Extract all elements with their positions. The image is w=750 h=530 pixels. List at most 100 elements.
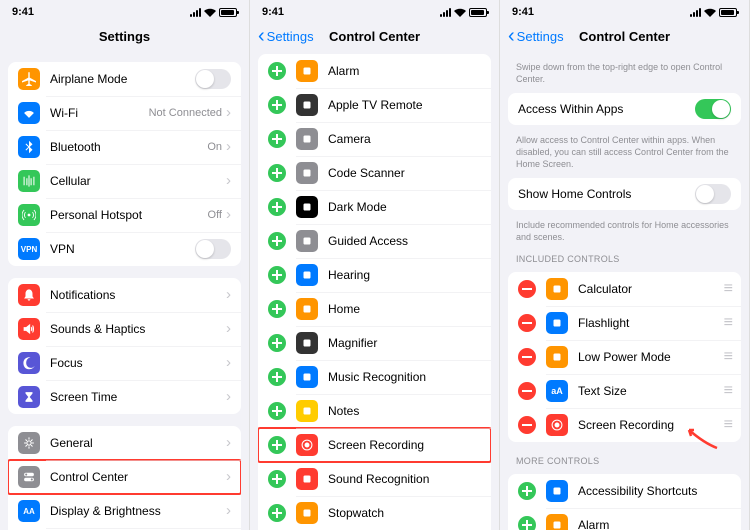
chevron-icon: › (226, 505, 231, 517)
add-control-row-magnifier[interactable]: Magnifier (258, 326, 491, 360)
add-button[interactable] (268, 130, 286, 148)
back-button[interactable]: Settings (258, 29, 314, 44)
add-button[interactable] (268, 96, 286, 114)
drag-handle-icon[interactable]: ≡ (724, 352, 731, 362)
control-icon (546, 414, 568, 436)
control-icon (296, 332, 318, 354)
nav-bar: Settings (0, 22, 249, 50)
cell-icon (18, 170, 40, 192)
add-control-row-stopwatch[interactable]: Stopwatch (258, 496, 491, 530)
included-control-row-text-size[interactable]: aAText Size≡ (508, 374, 741, 408)
row-detail: Off (208, 209, 222, 221)
chevron-icon: › (226, 471, 231, 483)
row-label: Access Within Apps (518, 102, 695, 116)
row-label: Dark Mode (328, 200, 481, 214)
add-button[interactable] (268, 368, 286, 386)
row-label: Notes (328, 404, 481, 418)
settings-row-wi-fi[interactable]: Wi-FiNot Connected› (8, 96, 241, 130)
add-button[interactable] (268, 402, 286, 420)
add-button[interactable] (268, 300, 286, 318)
remove-button[interactable] (518, 314, 536, 332)
chevron-icon: › (226, 391, 231, 403)
included-control-row-flashlight[interactable]: Flashlight≡ (508, 306, 741, 340)
row-label: Personal Hotspot (50, 208, 208, 222)
airplane-icon (18, 68, 40, 90)
remove-button[interactable] (518, 348, 536, 366)
back-button[interactable]: Settings (508, 29, 564, 44)
row-label: Cellular (50, 174, 226, 188)
AA-icon: AA (18, 500, 40, 522)
settings-row-vpn[interactable]: VPNVPN (8, 232, 241, 266)
chevron-icon: › (226, 141, 231, 153)
remove-button[interactable] (518, 280, 536, 298)
control-icon (296, 196, 318, 218)
chevron-icon: › (226, 209, 231, 221)
toggle-switch[interactable] (695, 184, 731, 204)
included-control-row-screen-recording[interactable]: Screen Recording≡ (508, 408, 741, 442)
settings-row-cellular[interactable]: Cellular› (8, 164, 241, 198)
row-label: Wi-Fi (50, 106, 149, 120)
add-control-row-notes[interactable]: Notes (258, 394, 491, 428)
add-button[interactable] (268, 62, 286, 80)
add-button[interactable] (268, 198, 286, 216)
settings-row-screen-time[interactable]: Screen Time› (8, 380, 241, 414)
row-label: Stopwatch (328, 506, 481, 520)
settings-row-focus[interactable]: Focus› (8, 346, 241, 380)
row-label: Sound Recognition (328, 472, 481, 486)
add-button[interactable] (268, 266, 286, 284)
add-control-row-alarm[interactable]: Alarm (258, 54, 491, 88)
hotspot-icon (18, 204, 40, 226)
wifi-icon (454, 8, 466, 17)
access-within-apps-row[interactable]: Access Within Apps (508, 93, 741, 125)
add-button[interactable] (268, 504, 286, 522)
row-label: Focus (50, 356, 226, 370)
settings-row-airplane-mode[interactable]: Airplane Mode (8, 62, 241, 96)
settings-row-bluetooth[interactable]: BluetoothOn› (8, 130, 241, 164)
show-home-controls-row[interactable]: Show Home Controls (508, 178, 741, 210)
section-header: Included Controls (500, 246, 749, 266)
add-button[interactable] (268, 470, 286, 488)
add-button[interactable] (518, 482, 536, 500)
settings-row-control-center[interactable]: Control Center› (8, 460, 241, 494)
drag-handle-icon[interactable]: ≡ (724, 284, 731, 294)
included-control-row-calculator[interactable]: Calculator≡ (508, 272, 741, 306)
settings-row-sounds-haptics[interactable]: Sounds & Haptics› (8, 312, 241, 346)
drag-handle-icon[interactable]: ≡ (724, 318, 731, 328)
add-control-row-home[interactable]: Home (258, 292, 491, 326)
settings-row-notifications[interactable]: Notifications› (8, 278, 241, 312)
control-center-add-screen: 9:41 Settings Control Center AlarmApple … (250, 0, 500, 530)
add-control-row-camera[interactable]: Camera (258, 122, 491, 156)
remove-button[interactable] (518, 382, 536, 400)
add-control-row-code-scanner[interactable]: Code Scanner (258, 156, 491, 190)
add-button[interactable] (518, 516, 536, 530)
add-button[interactable] (268, 164, 286, 182)
add-control-row-dark-mode[interactable]: Dark Mode (258, 190, 491, 224)
included-control-row-low-power-mode[interactable]: Low Power Mode≡ (508, 340, 741, 374)
add-control-row-apple-tv-remote[interactable]: Apple TV Remote (258, 88, 491, 122)
add-control-row-hearing[interactable]: Hearing (258, 258, 491, 292)
more-control-row-alarm[interactable]: Alarm (508, 508, 741, 530)
toggle-switch[interactable] (195, 239, 231, 259)
remove-button[interactable] (518, 416, 536, 434)
add-control-row-sound-recognition[interactable]: Sound Recognition (258, 462, 491, 496)
add-button[interactable] (268, 436, 286, 454)
drag-handle-icon[interactable]: ≡ (724, 386, 731, 396)
control-icon (546, 514, 568, 530)
toggle-switch[interactable] (195, 69, 231, 89)
add-control-row-screen-recording[interactable]: Screen Recording (258, 428, 491, 462)
control-icon (296, 400, 318, 422)
more-control-row-accessibility-shortcuts[interactable]: Accessibility Shortcuts (508, 474, 741, 508)
settings-row-general[interactable]: General› (8, 426, 241, 460)
add-control-row-music-recognition[interactable]: Music Recognition (258, 360, 491, 394)
status-time: 9:41 (512, 6, 534, 18)
control-icon (296, 264, 318, 286)
add-control-row-guided-access[interactable]: Guided Access (258, 224, 491, 258)
row-label: Camera (328, 132, 481, 146)
add-button[interactable] (268, 232, 286, 250)
settings-row-display-brightness[interactable]: AADisplay & Brightness› (8, 494, 241, 528)
toggle-switch[interactable] (695, 99, 731, 119)
drag-handle-icon[interactable]: ≡ (724, 420, 731, 430)
chevron-icon: › (226, 107, 231, 119)
settings-row-personal-hotspot[interactable]: Personal HotspotOff › (8, 198, 241, 232)
add-button[interactable] (268, 334, 286, 352)
